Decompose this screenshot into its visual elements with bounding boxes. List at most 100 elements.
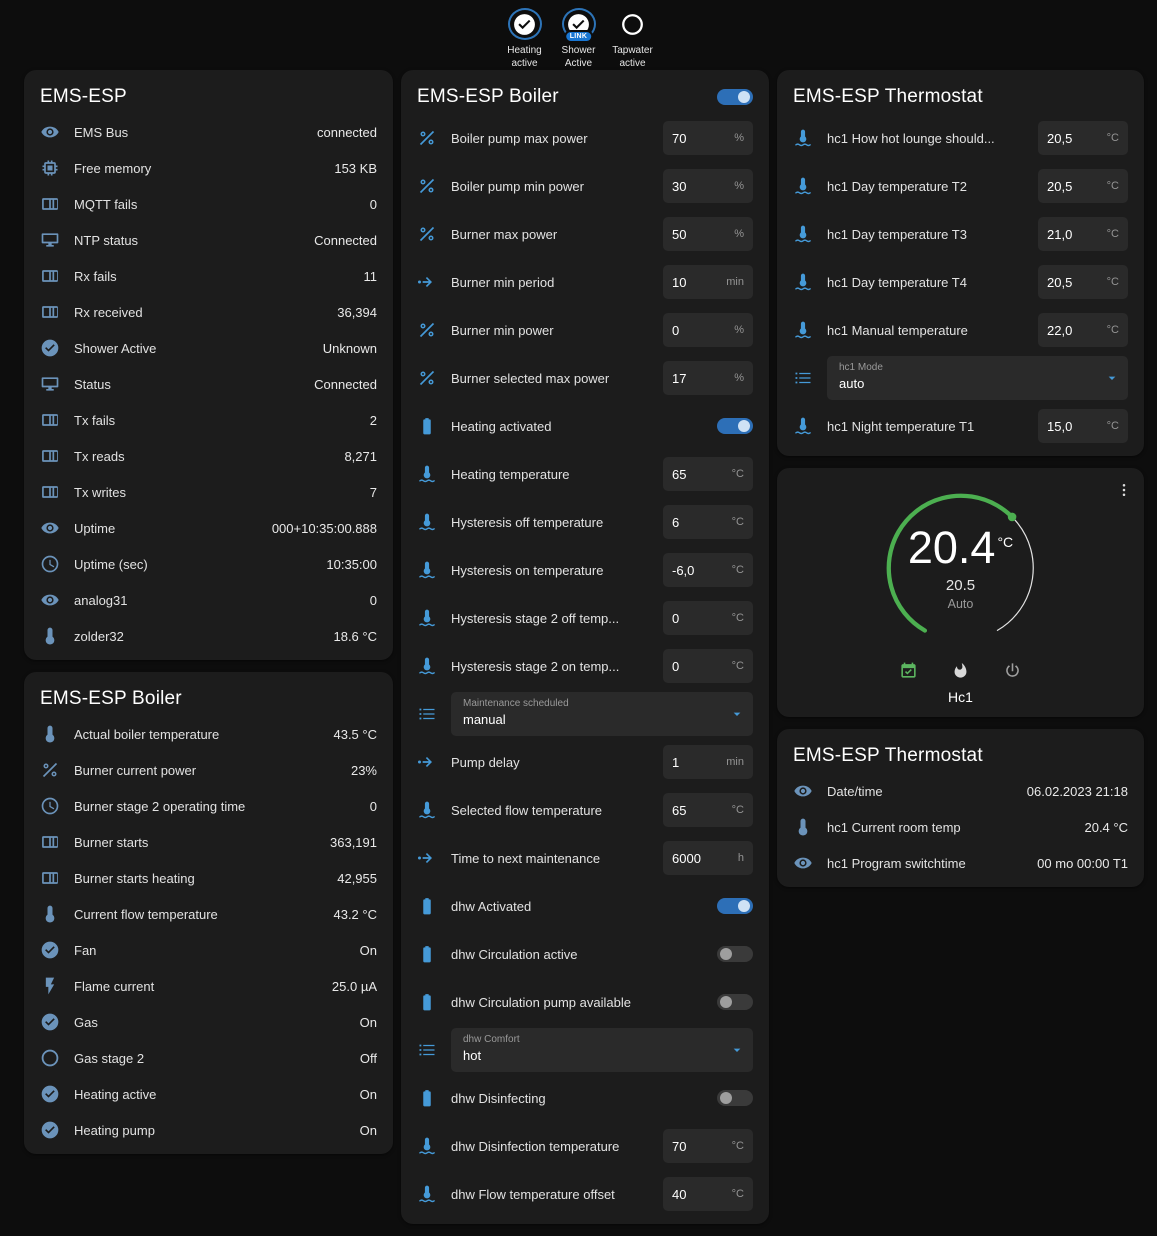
row-label: Heating activated <box>451 419 717 434</box>
number-unit: °C <box>1107 132 1119 144</box>
row-value: 10:35:00 <box>326 557 377 572</box>
number-input-hysteresis-stage-2-off-temp[interactable]: 0°C <box>663 601 753 635</box>
number-input-hysteresis-off-temperature[interactable]: 6°C <box>663 505 753 539</box>
counter-icon <box>40 410 60 430</box>
timer-icon <box>417 848 437 868</box>
number-input-hc1-day-temperature-t3[interactable]: 21,0°C <box>1038 217 1128 251</box>
thermo-water-icon <box>793 272 813 292</box>
percent-icon <box>40 760 60 780</box>
number-input-pump-delay[interactable]: 1min <box>663 745 753 779</box>
select-input-maintenance-scheduled[interactable]: Maintenance scheduledmanual <box>451 692 753 736</box>
row-value: 000+10:35:00.888 <box>272 521 377 536</box>
number-input-burner-max-power[interactable]: 50% <box>663 217 753 251</box>
column-3: EMS-ESP Thermostathc1 How hot lounge sho… <box>777 70 1144 899</box>
row-rx-received: Rx received36,394 <box>24 294 393 330</box>
network-icon <box>40 374 60 394</box>
number-input-hysteresis-on-temperature[interactable]: -6,0°C <box>663 553 753 587</box>
status-badge-shower-active[interactable]: LINKShower Active <box>554 8 604 70</box>
row-label: dhw Disinfection temperature <box>451 1139 663 1154</box>
row-label: Burner current power <box>74 763 343 778</box>
number-input-burner-min-period[interactable]: 10min <box>663 265 753 299</box>
eye-icon <box>40 590 60 610</box>
number-unit: min <box>726 276 744 288</box>
number-input-burner-selected-max-power[interactable]: 17% <box>663 361 753 395</box>
row-value: 18.6 °C <box>333 629 377 644</box>
dashboard-columns: EMS-ESPEMS BusconnectedFree memory153 KB… <box>0 70 1157 1236</box>
toggle-knob <box>738 91 750 103</box>
number-input-burner-min-power[interactable]: 0% <box>663 313 753 347</box>
card-enable-toggle[interactable] <box>717 89 753 105</box>
dashboard: { "header": { "badges": [ {"label": "Hea… <box>0 0 1157 1169</box>
number-input-selected-flow-temperature[interactable]: 65°C <box>663 793 753 827</box>
thermo-water-icon <box>417 1136 437 1156</box>
select-value: auto <box>839 376 1100 391</box>
row-label: Current flow temperature <box>74 907 325 922</box>
select-input-dhw-comfort[interactable]: dhw Comforthot <box>451 1028 753 1072</box>
timer-icon <box>417 752 437 772</box>
percent-icon <box>417 128 437 148</box>
number-unit: °C <box>1107 324 1119 336</box>
thermo-water-icon <box>417 464 437 484</box>
row-label: Free memory <box>74 161 326 176</box>
number-input-hc1-night-temperature-t1[interactable]: 15,0°C <box>1038 409 1128 443</box>
toggle-dhw-circulation-active[interactable] <box>717 946 753 962</box>
eye-icon <box>793 853 813 873</box>
number-value: 17 <box>672 371 730 386</box>
power-button[interactable] <box>999 656 1027 684</box>
number-input-hc1-day-temperature-t2[interactable]: 20,5°C <box>1038 169 1128 203</box>
row-value: 363,191 <box>330 835 377 850</box>
thermostat-dial[interactable]: 20.4°C20.5Auto <box>875 482 1047 654</box>
number-unit: °C <box>732 564 744 576</box>
row-value: 0 <box>370 593 377 608</box>
select-input-hc1-mode[interactable]: hc1 Modeauto <box>827 356 1128 400</box>
number-value: 50 <box>672 227 730 242</box>
status-badge-heating-active[interactable]: Heating active <box>500 8 550 70</box>
row-tx-fails: Tx fails2 <box>24 402 393 438</box>
menu-button[interactable] <box>1110 476 1138 504</box>
row-label: hc1 Day temperature T4 <box>827 275 1038 290</box>
row-hc1-how-hot-lounge-should: hc1 How hot lounge should...20,5°C <box>777 114 1144 162</box>
toggle-dhw-circulation-pump-available[interactable] <box>717 994 753 1010</box>
row-label: Uptime (sec) <box>74 557 318 572</box>
thermo-water-icon <box>417 1184 437 1204</box>
fire-button[interactable] <box>947 656 975 684</box>
calendar-check-icon <box>899 661 918 680</box>
number-input-boiler-pump-min-power[interactable]: 30% <box>663 169 753 203</box>
row-label: Boiler pump min power <box>451 179 663 194</box>
thermo-water-icon <box>793 176 813 196</box>
number-value: 20,5 <box>1047 275 1103 290</box>
row-value: Connected <box>314 233 377 248</box>
calendar-check-button[interactable] <box>895 656 923 684</box>
toggle-dhw-activated[interactable] <box>717 898 753 914</box>
number-input-dhw-disinfection-temperature[interactable]: 70°C <box>663 1129 753 1163</box>
row-hysteresis-off-temperature: Hysteresis off temperature6°C <box>401 498 769 546</box>
battery-icon <box>417 416 437 436</box>
row-hc1-night-temperature-t1: hc1 Night temperature T115,0°C <box>777 402 1144 450</box>
card-header: EMS-ESP <box>24 70 393 114</box>
number-input-hc1-day-temperature-t4[interactable]: 20,5°C <box>1038 265 1128 299</box>
badge-label: Tapwater active <box>608 45 658 70</box>
number-value: 70 <box>672 131 730 146</box>
caret-down-icon <box>1104 370 1120 386</box>
row-boiler-pump-min-power: Boiler pump min power30% <box>401 162 769 210</box>
number-input-hc1-manual-temperature[interactable]: 22,0°C <box>1038 313 1128 347</box>
row-label: dhw Circulation active <box>451 947 717 962</box>
row-burner-starts: Burner starts363,191 <box>24 824 393 860</box>
toggle-heating-activated[interactable] <box>717 418 753 434</box>
thermo-water-icon <box>793 224 813 244</box>
row-label: Heating active <box>74 1087 352 1102</box>
row-label: Hysteresis off temperature <box>451 515 663 530</box>
timer-icon <box>417 272 437 292</box>
thermometer-icon <box>40 626 60 646</box>
row-label: Uptime <box>74 521 264 536</box>
status-badge-tapwater-active[interactable]: Tapwater active <box>608 8 658 70</box>
number-input-heating-temperature[interactable]: 65°C <box>663 457 753 491</box>
card-ems-esp-boiler: EMS-ESP BoilerBoiler pump max power70%Bo… <box>401 70 769 1224</box>
number-input-dhw-flow-temperature-offset[interactable]: 40°C <box>663 1177 753 1211</box>
number-input-boiler-pump-max-power[interactable]: 70% <box>663 121 753 155</box>
number-input-time-to-next-maintenance[interactable]: 6000h <box>663 841 753 875</box>
toggle-dhw-disinfecting[interactable] <box>717 1090 753 1106</box>
number-input-hysteresis-stage-2-on-temp[interactable]: 0°C <box>663 649 753 683</box>
row-uptime-sec: Uptime (sec) 10:35:00 <box>24 546 393 582</box>
number-input-hc1-how-hot-lounge-should[interactable]: 20,5°C <box>1038 121 1128 155</box>
